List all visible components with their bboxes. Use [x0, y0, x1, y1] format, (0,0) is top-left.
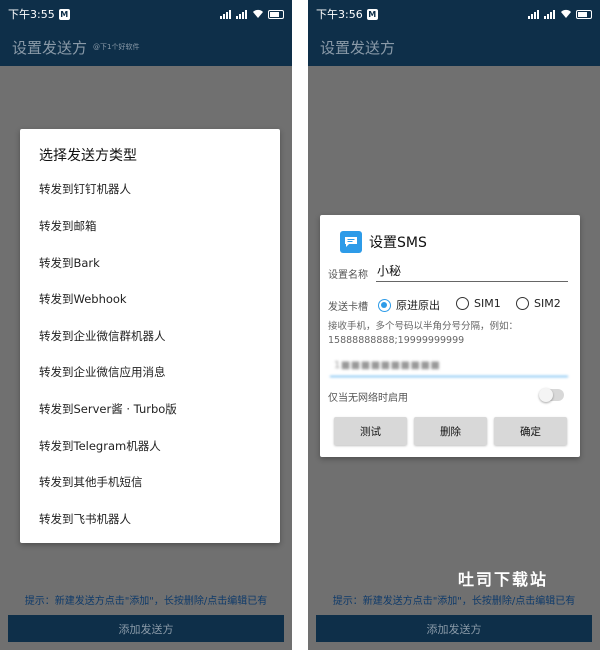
option-wecom-group-bot[interactable]: 转发到企业微信群机器人: [39, 328, 166, 344]
wifi-icon: [253, 9, 263, 18]
app-bar: 设置发送方 @下1个好软件: [0, 28, 292, 66]
notification-icon: M: [366, 8, 378, 20]
right-phone-screen: 下午3:56 M 设置发送方 设置SMS 设置名称 小秘 发送卡槽 原进原出 S…: [308, 0, 600, 650]
app-bar-watermark: @下1个好软件: [93, 43, 140, 51]
signal-icon: [236, 9, 248, 19]
app-bar: 设置发送方: [308, 28, 600, 66]
wifi-icon: [561, 9, 571, 18]
confirm-button[interactable]: 确定: [494, 417, 567, 445]
radio-label: SIM1: [474, 297, 501, 310]
left-phone-screen: 下午3:55 M 设置发送方 @下1个好软件 选择发送方类型 转发到钉钉机器人 …: [0, 0, 292, 650]
radio-unselected-icon: [456, 297, 469, 310]
battery-icon: [576, 9, 592, 19]
offline-only-toggle[interactable]: [539, 388, 564, 402]
name-label: 设置名称: [328, 270, 368, 281]
app-bar-title: 设置发送方: [12, 38, 88, 57]
add-sender-button[interactable]: 添加发送方: [316, 615, 592, 642]
radio-sim2[interactable]: SIM2: [516, 297, 561, 310]
dialog-title: 设置SMS: [369, 235, 427, 251]
sender-type-dialog: 选择发送方类型 转发到钉钉机器人 转发到邮箱 转发到Bark 转发到Webhoo…: [20, 129, 280, 543]
option-email[interactable]: 转发到邮箱: [39, 218, 97, 234]
signal-icon: [528, 9, 540, 19]
phone-help-text: 接收手机，多个号码以半角分号分隔，例如：15888888888;19999999…: [328, 321, 519, 346]
divider: [292, 0, 308, 650]
radio-unselected-icon: [516, 297, 529, 310]
radio-sim1[interactable]: SIM1: [456, 297, 501, 310]
site-watermark: 吐司下载站: [458, 570, 549, 589]
notification-icon: M: [58, 8, 70, 20]
signal-icon: [220, 9, 232, 19]
offline-only-label: 仅当无网络时启用: [328, 393, 408, 404]
option-webhook[interactable]: 转发到Webhook: [39, 291, 127, 307]
dialog-title: 选择发送方类型: [39, 148, 137, 164]
battery-icon: [268, 9, 284, 19]
radio-same-sim[interactable]: 原进原出: [378, 297, 440, 313]
signal-icon: [544, 9, 556, 19]
sms-icon: [340, 231, 362, 253]
radio-label: 原进原出: [396, 299, 440, 312]
option-serverchan-turbo[interactable]: 转发到Server酱 · Turbo版: [39, 401, 177, 417]
sms-settings-dialog: 设置SMS 设置名称 小秘 发送卡槽 原进原出 SIM1 SIM2 接收手机，多…: [320, 215, 580, 457]
status-time: 下午3:55: [8, 8, 55, 21]
option-feishu-bot[interactable]: 转发到飞书机器人: [39, 511, 131, 527]
hint-text: 提示：新建发送方点击"添加"，长按删除/点击编辑已有: [24, 596, 268, 607]
option-dingtalk-bot[interactable]: 转发到钉钉机器人: [39, 181, 131, 197]
status-bar: 下午3:56 M: [308, 0, 600, 28]
status-bar: 下午3:55 M: [0, 0, 292, 28]
radio-selected-icon: [378, 298, 391, 312]
hint-text: 提示：新建发送方点击"添加"，长按删除/点击编辑已有: [332, 596, 576, 607]
test-button[interactable]: 测试: [334, 417, 407, 445]
app-bar-title: 设置发送方: [320, 38, 396, 57]
status-time: 下午3:56: [316, 8, 363, 21]
option-bark[interactable]: 转发到Bark: [39, 255, 100, 271]
radio-label: SIM2: [534, 297, 561, 310]
option-wecom-app-message[interactable]: 转发到企业微信应用消息: [39, 364, 166, 380]
sim-label: 发送卡槽: [328, 302, 368, 313]
phone-number-field[interactable]: 1■■■■■■■■■■: [330, 355, 568, 377]
option-other-phone-sms[interactable]: 转发到其他手机短信: [39, 474, 143, 490]
option-telegram-bot[interactable]: 转发到Telegram机器人: [39, 438, 161, 454]
name-field[interactable]: 小秘: [376, 262, 568, 282]
delete-button[interactable]: 删除: [414, 417, 487, 445]
add-sender-button[interactable]: 添加发送方: [8, 615, 284, 642]
